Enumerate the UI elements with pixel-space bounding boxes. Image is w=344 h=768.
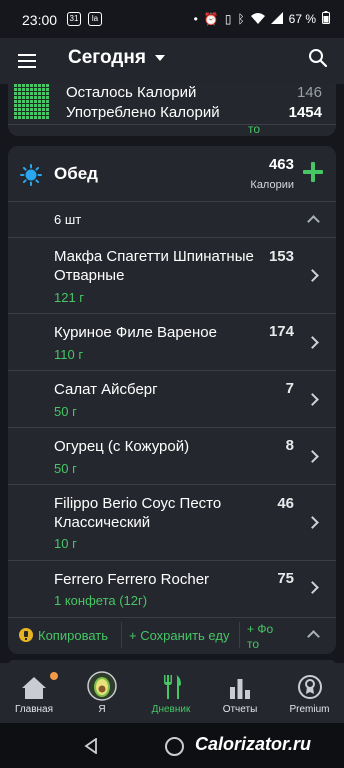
food-quantity: 110 г: [54, 347, 84, 362]
save-food-button[interactable]: + Сохранить еду: [129, 628, 229, 643]
bluetooth-icon: ᛒ: [237, 12, 245, 26]
add-food-button[interactable]: [302, 161, 324, 188]
food-name: Ferrero Ferrero Rocher: [54, 571, 210, 588]
food-quantity: 50 г: [54, 404, 77, 419]
chevron-right-icon: [306, 450, 319, 463]
fork-knife-icon: [162, 675, 182, 704]
bar-chart-icon: [229, 677, 251, 704]
meal-name: Обед: [54, 164, 98, 183]
food-name: Макфа Спагетти Шпинатные Отварные: [54, 248, 254, 284]
watermark-text: Calorizator.ru: [195, 734, 312, 754]
app-bar: [0, 38, 344, 84]
nav-item-home[interactable]: Главная: [0, 670, 68, 722]
chevron-right-icon: [306, 581, 319, 594]
list-item[interactable]: Макфа Спагетти Шпинатные Отварные 153 12…: [8, 238, 336, 313]
remaining-calories-label: Осталось Калорий: [66, 84, 197, 101]
food-name: Куриное Филе Вареное: [54, 324, 217, 341]
back-icon[interactable]: [84, 737, 98, 759]
battery-icon: [322, 11, 330, 27]
nav-item-premium[interactable]: Premium: [275, 670, 344, 722]
menu-icon[interactable]: [18, 50, 36, 72]
divider: [8, 124, 336, 125]
food-calories: 8: [285, 437, 294, 454]
consumed-calories-label: Употреблено Калорий: [66, 104, 220, 121]
status-bar: 23:00 31 la • ⏰ ▯ ᛒ 67 %: [0, 0, 344, 38]
remaining-calories-value: 146: [296, 84, 322, 101]
item-count: 6 шт: [54, 212, 82, 227]
list-item[interactable]: Огурец (с Кожурой) 8 50 г: [8, 428, 336, 484]
copy-button[interactable]: Копировать: [38, 628, 108, 643]
premium-icon: [298, 675, 322, 704]
food-name: Салат Айсберг: [54, 381, 158, 398]
notification-dot: [50, 672, 58, 680]
home-icon: [21, 676, 47, 705]
copy-icon: [18, 627, 34, 648]
calendar-icon: 31: [67, 12, 81, 26]
list-item[interactable]: Салат Айсберг 7 50 г: [8, 371, 336, 427]
chevron-right-icon: [306, 516, 319, 529]
nav-item-diary[interactable]: Дневник: [137, 670, 205, 722]
avocado-icon: [87, 670, 117, 707]
food-calories: 174: [268, 323, 294, 340]
calorie-grid-icon: [14, 84, 50, 125]
notification-dot-icon: •: [193, 12, 198, 26]
chevron-right-icon: [306, 336, 319, 349]
sun-icon: [20, 164, 42, 191]
divider: [8, 617, 336, 618]
list-item[interactable]: Filippo Berio Соус Песто Классический 46…: [8, 485, 336, 560]
nav-item-reports[interactable]: Отчеты: [206, 670, 274, 722]
nav-label: Premium: [289, 704, 330, 715]
home-circle-icon[interactable]: [165, 737, 184, 756]
list-item[interactable]: Куриное Филе Вареное 174 110 г: [8, 314, 336, 370]
nav-label: Я: [98, 704, 106, 715]
chevron-down-icon[interactable]: [155, 55, 165, 61]
food-calories: 75: [277, 570, 294, 587]
food-quantity: 10 г: [54, 536, 77, 551]
page-title[interactable]: Сегодня: [68, 47, 146, 69]
status-time: 23:00: [22, 12, 58, 28]
nav-label: Дневник: [151, 704, 191, 715]
food-calories: 153: [268, 248, 294, 265]
divider: [8, 201, 336, 202]
vibrate-icon: ▯: [224, 12, 232, 26]
status-icons: • ⏰ ▯ ᛒ 67 %: [194, 11, 330, 27]
consumed-calories-value: 1454: [288, 104, 322, 121]
food-name: Огурец (с Кожурой): [54, 438, 190, 455]
search-icon[interactable]: [308, 48, 328, 73]
food-quantity: 50 г: [54, 461, 77, 476]
food-quantity: 1 конфета (12г): [54, 593, 148, 608]
wifi-icon: [250, 12, 265, 27]
food-calories: 46: [277, 495, 294, 512]
meal-calories: 463: [268, 156, 294, 173]
nav-item-me[interactable]: Я: [68, 670, 136, 722]
alarm-icon: ⏰: [203, 12, 219, 26]
chevron-right-icon: [306, 393, 319, 406]
food-name: Filippo Berio Соус Песто Классический: [54, 495, 222, 531]
food-quantity: 121 г: [54, 290, 85, 305]
divider: [239, 622, 240, 648]
list-item[interactable]: Ferrero Ferrero Rocher 75 1 конфета (12г…: [8, 561, 336, 617]
battery-percent: 67 %: [288, 12, 316, 26]
meal-calories-label: Калории: [250, 179, 294, 191]
nav-label: Главная: [14, 704, 54, 715]
app-notification-icon: la: [88, 12, 102, 26]
chevron-right-icon: [306, 269, 319, 282]
divider: [121, 622, 122, 648]
nav-label: Отчеты: [222, 704, 258, 715]
add-photo-button[interactable]: + Фо то: [247, 622, 283, 652]
partial-action[interactable]: то: [248, 122, 260, 136]
signal-icon: [270, 11, 283, 27]
food-calories: 7: [285, 380, 294, 397]
